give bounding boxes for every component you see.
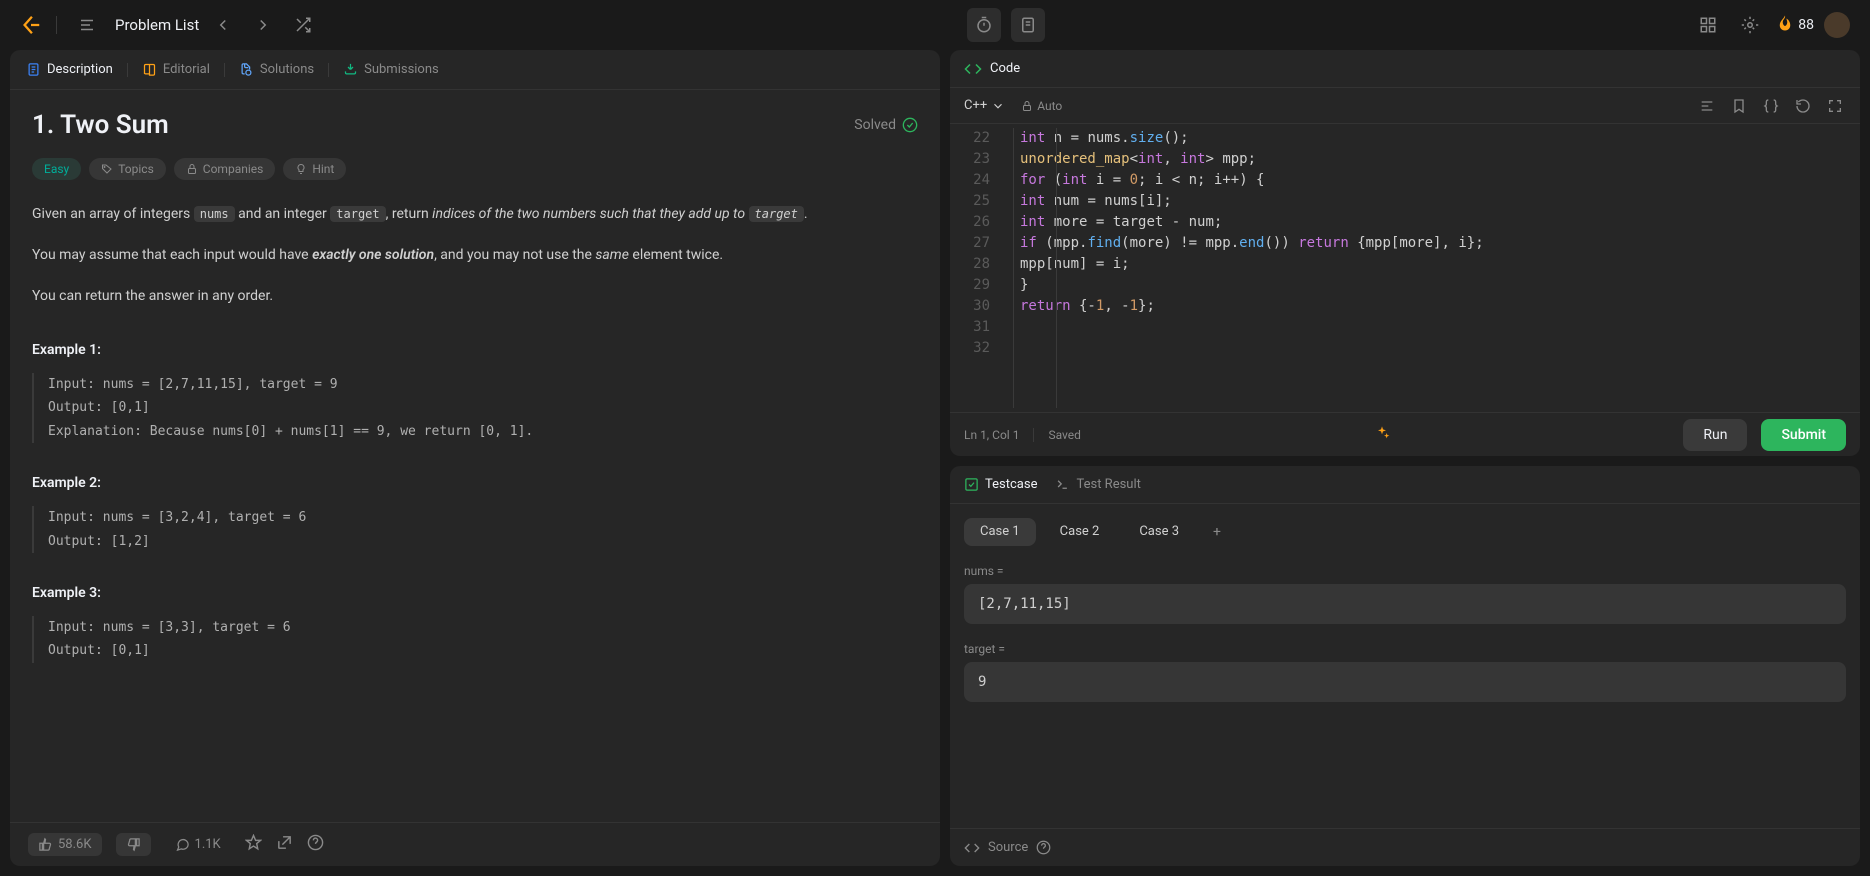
example-2-body: Input: nums = [3,2,4], target = 6 Output… bbox=[32, 506, 918, 553]
lock-icon bbox=[1021, 100, 1033, 112]
tab-submissions[interactable]: Submissions bbox=[343, 58, 439, 81]
share-icon bbox=[276, 834, 293, 851]
nums-label: nums = bbox=[964, 564, 1846, 578]
streak-count: 88 bbox=[1798, 17, 1814, 33]
dislike-button[interactable] bbox=[116, 833, 151, 856]
case-1-tab[interactable]: Case 1 bbox=[964, 518, 1036, 546]
line-gutter: 2223242526272829303132 bbox=[950, 128, 1000, 408]
like-button[interactable]: 58.6K bbox=[28, 833, 102, 856]
problem-content: 1. Two Sum Solved Easy Topics Companies bbox=[10, 90, 940, 822]
shuffle-icon[interactable] bbox=[287, 9, 319, 41]
streak-counter[interactable]: 88 bbox=[1776, 14, 1814, 36]
settings-icon[interactable] bbox=[1734, 9, 1766, 41]
thumbs-down-icon bbox=[126, 837, 141, 852]
lock-icon bbox=[186, 163, 198, 175]
format-icon[interactable] bbox=[1696, 95, 1718, 117]
saved-label: Saved bbox=[1048, 428, 1080, 442]
example-1-body: Input: nums = [2,7,11,15], target = 9 Ou… bbox=[32, 373, 918, 443]
code-lines: int n = nums.size(); unordered_map<int, … bbox=[1020, 128, 1860, 408]
list-icon[interactable] bbox=[71, 9, 103, 41]
tab-solutions[interactable]: Solutions bbox=[239, 58, 314, 81]
star-icon bbox=[245, 834, 262, 851]
bookmark-icon[interactable] bbox=[1728, 95, 1750, 117]
desc-p3: You can return the answer in any order. bbox=[32, 284, 918, 309]
help-icon bbox=[307, 834, 324, 851]
example-2-heading: Example 2: bbox=[32, 471, 918, 496]
braces-icon[interactable] bbox=[1760, 95, 1782, 117]
star-button[interactable] bbox=[245, 834, 262, 855]
topbar: Problem List 88 bbox=[0, 0, 1870, 50]
problem-footer: 58.6K 1.1K bbox=[10, 822, 940, 866]
problem-title: 1. Two Sum bbox=[32, 110, 169, 140]
leetcode-logo-icon[interactable] bbox=[20, 14, 42, 36]
code-editor[interactable]: 2223242526272829303132 int n = nums.size… bbox=[950, 124, 1860, 412]
tag-icon bbox=[101, 163, 113, 175]
next-problem-icon[interactable] bbox=[247, 9, 279, 41]
auto-label: Auto bbox=[1021, 99, 1062, 113]
comments-button[interactable]: 1.1K bbox=[165, 833, 231, 856]
check-square-icon bbox=[964, 477, 979, 492]
submit-button[interactable]: Submit bbox=[1761, 419, 1846, 451]
example-3-heading: Example 3: bbox=[32, 581, 918, 606]
fullscreen-icon[interactable] bbox=[1824, 95, 1846, 117]
prev-problem-icon[interactable] bbox=[207, 9, 239, 41]
problem-panel-tabs: Description Editorial Solutions Submissi… bbox=[10, 50, 940, 90]
code-icon bbox=[964, 60, 982, 78]
case-3-tab[interactable]: Case 3 bbox=[1123, 518, 1195, 546]
difficulty-chip[interactable]: Easy bbox=[32, 158, 81, 180]
source-label: Source bbox=[988, 840, 1028, 855]
comment-icon bbox=[175, 837, 190, 852]
desc-p1: Given an array of integers nums and an i… bbox=[32, 202, 918, 227]
problem-list-link[interactable]: Problem List bbox=[115, 16, 199, 34]
topics-chip[interactable]: Topics bbox=[89, 158, 166, 180]
bulb-icon bbox=[295, 163, 307, 175]
target-input[interactable]: 9 bbox=[964, 662, 1846, 702]
timer-icon[interactable] bbox=[967, 8, 1001, 42]
tab-test-result[interactable]: Test Result bbox=[1055, 477, 1140, 492]
sparkle-icon[interactable] bbox=[1374, 425, 1390, 444]
desc-p2: You may assume that each input would hav… bbox=[32, 243, 918, 268]
language-select[interactable]: C++ bbox=[964, 98, 1005, 113]
code-header-label: Code bbox=[990, 61, 1020, 76]
problem-panel: Description Editorial Solutions Submissi… bbox=[10, 50, 940, 866]
share-button[interactable] bbox=[276, 834, 293, 855]
chevron-down-icon bbox=[991, 99, 1005, 113]
target-label: target = bbox=[964, 642, 1846, 656]
tab-description[interactable]: Description bbox=[26, 58, 113, 81]
code-icon bbox=[964, 840, 980, 856]
thumbs-up-icon bbox=[38, 837, 53, 852]
solved-badge: Solved bbox=[854, 117, 918, 133]
dashboard-icon[interactable] bbox=[1692, 9, 1724, 41]
fire-icon bbox=[1776, 14, 1794, 36]
avatar[interactable] bbox=[1824, 12, 1850, 38]
cursor-position: Ln 1, Col 1 bbox=[964, 428, 1019, 442]
help-button[interactable] bbox=[307, 834, 324, 855]
reset-icon[interactable] bbox=[1792, 95, 1814, 117]
testcase-panel: Testcase Test Result Case 1 Case 2 Case … bbox=[950, 466, 1860, 866]
hint-chip[interactable]: Hint bbox=[283, 158, 346, 180]
code-panel: Code C++ Auto bbox=[950, 50, 1860, 456]
example-3-body: Input: nums = [3,3], target = 6 Output: … bbox=[32, 616, 918, 663]
run-button[interactable]: Run bbox=[1683, 419, 1747, 451]
terminal-icon bbox=[1055, 477, 1070, 492]
add-case-button[interactable]: + bbox=[1203, 518, 1231, 546]
tab-editorial[interactable]: Editorial bbox=[142, 58, 210, 81]
example-1-heading: Example 1: bbox=[32, 338, 918, 363]
help-icon[interactable] bbox=[1036, 840, 1051, 855]
notes-icon[interactable] bbox=[1011, 8, 1045, 42]
case-2-tab[interactable]: Case 2 bbox=[1044, 518, 1116, 546]
check-circle-icon bbox=[902, 117, 918, 133]
companies-chip[interactable]: Companies bbox=[174, 158, 276, 180]
nums-input[interactable]: [2,7,11,15] bbox=[964, 584, 1846, 624]
tab-testcase[interactable]: Testcase bbox=[964, 477, 1037, 492]
